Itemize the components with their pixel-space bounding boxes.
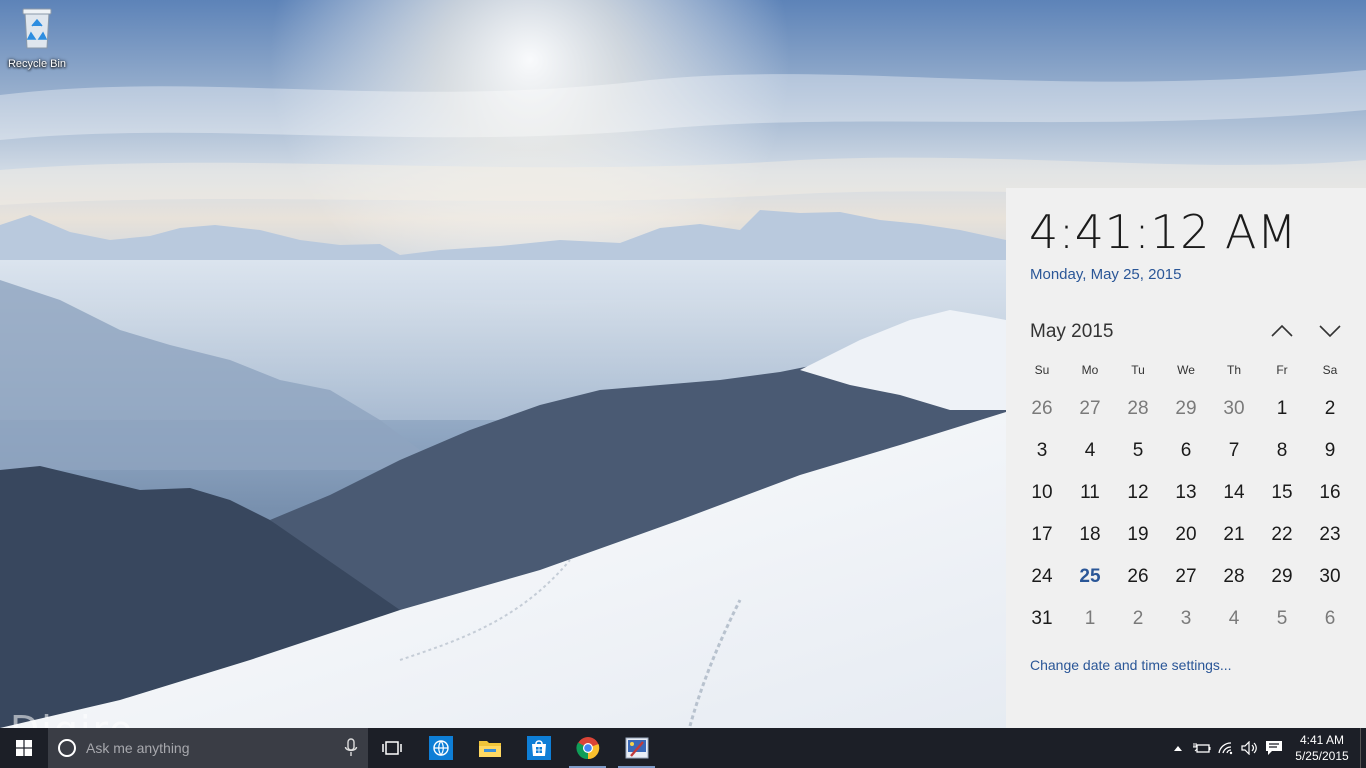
calendar-day[interactable]: 7 bbox=[1210, 430, 1258, 472]
network-tray-button[interactable] bbox=[1214, 728, 1238, 768]
recycle-bin-label: Recycle Bin bbox=[7, 58, 67, 70]
wifi-icon bbox=[1218, 742, 1233, 755]
calendar-day[interactable]: 1 bbox=[1258, 388, 1306, 430]
recycle-bin-icon bbox=[22, 8, 52, 49]
chevron-down-icon bbox=[1319, 325, 1341, 338]
calendar-day[interactable]: 3 bbox=[1018, 430, 1066, 472]
taskbar-app-chrome[interactable] bbox=[563, 728, 612, 768]
flyout-date-link[interactable]: Monday, May 25, 2015 bbox=[1030, 266, 1181, 283]
chevron-up-icon bbox=[1271, 324, 1293, 337]
calendar-day-today[interactable]: 25 bbox=[1066, 556, 1114, 598]
calendar-day[interactable]: 17 bbox=[1018, 514, 1066, 556]
calendar-day[interactable]: 8 bbox=[1258, 430, 1306, 472]
calendar-day[interactable]: 26 bbox=[1018, 388, 1066, 430]
next-month-button[interactable] bbox=[1315, 318, 1345, 344]
calendar-day[interactable]: 1 bbox=[1066, 598, 1114, 640]
calendar-day[interactable]: 16 bbox=[1306, 472, 1354, 514]
battery-plug-icon bbox=[1193, 743, 1211, 753]
taskbar-clock[interactable]: 4:41 AM 5/25/2015 bbox=[1286, 728, 1358, 768]
calendar-day[interactable]: 4 bbox=[1210, 598, 1258, 640]
calendar-day[interactable]: 11 bbox=[1066, 472, 1114, 514]
weekday-label: Th bbox=[1226, 363, 1241, 377]
previous-month-button[interactable] bbox=[1267, 318, 1297, 344]
calendar-day[interactable]: 2 bbox=[1114, 598, 1162, 640]
calendar-day[interactable]: 30 bbox=[1306, 556, 1354, 598]
calendar-day-grid: 26 27 28 29 30 1 2 3 4 5 6 7 8 9 10 11 12 13 14 15 16 17 18 19 2… bbox=[1018, 388, 1354, 640]
taskbar-app-internet-explorer[interactable] bbox=[416, 728, 465, 768]
weekday-label: Su bbox=[1034, 363, 1050, 377]
calendar-day[interactable]: 29 bbox=[1258, 556, 1306, 598]
file-explorer-icon bbox=[478, 741, 501, 757]
volume-tray-button[interactable] bbox=[1238, 728, 1262, 768]
calendar-day[interactable]: 28 bbox=[1114, 388, 1162, 430]
speaker-icon bbox=[1241, 741, 1257, 755]
taskbar-app-store[interactable] bbox=[514, 728, 563, 768]
taskbar-clock-date: 5/25/2015 bbox=[1295, 749, 1349, 763]
calendar-day[interactable]: 6 bbox=[1162, 430, 1210, 472]
start-button[interactable] bbox=[0, 728, 48, 768]
weekday-label: Fr bbox=[1276, 363, 1288, 377]
weekday-label: We bbox=[1177, 363, 1195, 377]
show-hidden-icons-button[interactable] bbox=[1166, 728, 1190, 768]
calendar-day[interactable]: 26 bbox=[1114, 556, 1162, 598]
calendar-day[interactable]: 21 bbox=[1210, 514, 1258, 556]
task-view-button[interactable] bbox=[368, 728, 416, 768]
weekday-label: Mo bbox=[1081, 363, 1099, 377]
calendar-day[interactable]: 31 bbox=[1018, 598, 1066, 640]
cortana-search-box[interactable] bbox=[48, 728, 368, 768]
calendar-day[interactable]: 14 bbox=[1210, 472, 1258, 514]
calendar-day[interactable]: 3 bbox=[1162, 598, 1210, 640]
message-icon bbox=[1266, 741, 1282, 755]
calendar-day[interactable]: 12 bbox=[1114, 472, 1162, 514]
task-view-icon bbox=[382, 741, 402, 755]
calendar-day[interactable]: 5 bbox=[1258, 598, 1306, 640]
cortana-icon bbox=[48, 728, 86, 768]
calendar-day[interactable]: 9 bbox=[1306, 430, 1354, 472]
taskbar-app-paint[interactable] bbox=[612, 728, 661, 768]
calendar-day[interactable]: 27 bbox=[1162, 556, 1210, 598]
calendar-day[interactable]: 20 bbox=[1162, 514, 1210, 556]
calendar-day[interactable]: 27 bbox=[1066, 388, 1114, 430]
change-date-time-settings-link[interactable]: Change date and time settings... bbox=[1030, 657, 1232, 673]
action-center-button[interactable] bbox=[1262, 728, 1286, 768]
caret-up-icon bbox=[1174, 746, 1182, 751]
calendar-day[interactable]: 2 bbox=[1306, 388, 1354, 430]
calendar-day[interactable]: 28 bbox=[1210, 556, 1258, 598]
taskbar-app-file-explorer[interactable] bbox=[465, 728, 514, 768]
chrome-icon bbox=[576, 737, 599, 760]
internet-explorer-icon bbox=[428, 736, 453, 760]
clock-calendar-flyout: 4:41:12 AM Monday, May 25, 2015 May 2015… bbox=[1006, 188, 1366, 728]
show-desktop-button[interactable] bbox=[1360, 728, 1366, 768]
taskbar: 4:41 AM 5/25/2015 bbox=[0, 728, 1366, 768]
calendar-day[interactable]: 30 bbox=[1210, 388, 1258, 430]
calendar-day[interactable]: 22 bbox=[1258, 514, 1306, 556]
store-icon bbox=[526, 736, 551, 760]
calendar-day[interactable]: 4 bbox=[1066, 430, 1114, 472]
calendar-day[interactable]: 24 bbox=[1018, 556, 1066, 598]
system-tray: 4:41 AM 5/25/2015 bbox=[1166, 728, 1366, 768]
power-tray-button[interactable] bbox=[1190, 728, 1214, 768]
flyout-time: 4:41:12 AM bbox=[1029, 205, 1298, 259]
calendar-day[interactable]: 19 bbox=[1114, 514, 1162, 556]
paint-app-icon bbox=[625, 737, 648, 759]
taskbar-clock-time: 4:41 AM bbox=[1299, 733, 1345, 747]
weekday-label: Tu bbox=[1131, 363, 1145, 377]
calendar-day[interactable]: 23 bbox=[1306, 514, 1354, 556]
search-input[interactable] bbox=[86, 740, 326, 756]
desktop-icon-recycle-bin[interactable]: Recycle Bin bbox=[4, 6, 70, 76]
calendar-day[interactable]: 13 bbox=[1162, 472, 1210, 514]
calendar-day[interactable]: 18 bbox=[1066, 514, 1114, 556]
weekday-label: Sa bbox=[1322, 363, 1338, 377]
calendar-day[interactable]: 15 bbox=[1258, 472, 1306, 514]
calendar-day[interactable]: 6 bbox=[1306, 598, 1354, 640]
calendar-day[interactable]: 10 bbox=[1018, 472, 1066, 514]
calendar-day[interactable]: 5 bbox=[1114, 430, 1162, 472]
calendar-weekday-header: Su Mo Tu We Th Fr Sa bbox=[1018, 363, 1354, 377]
calendar-day[interactable]: 29 bbox=[1162, 388, 1210, 430]
calendar-month-title[interactable]: May 2015 bbox=[1030, 321, 1113, 343]
microphone-icon[interactable] bbox=[344, 738, 358, 758]
windows-logo-icon bbox=[16, 740, 32, 756]
